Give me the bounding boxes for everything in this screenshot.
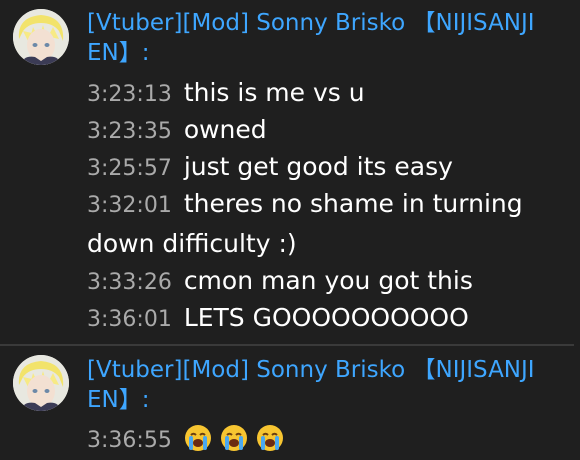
author-avatar[interactable] xyxy=(13,9,69,65)
author-name[interactable]: [Vtuber][Mod] Sonny Brisko 【NIJISANJI EN… xyxy=(87,8,557,68)
chat-log: [Vtuber][Mod] Sonny Brisko 【NIJISANJI EN… xyxy=(0,0,580,460)
message-timestamp: 3:23:35 xyxy=(87,119,172,144)
message-timestamp: 3:36:55 xyxy=(87,428,172,453)
message-group-divider xyxy=(0,344,574,346)
author-name[interactable]: [Vtuber][Mod] Sonny Brisko 【NIJISANJI EN… xyxy=(87,355,557,415)
chat-message: 3:36:55 xyxy=(87,420,557,460)
message-text: cmon man you got this xyxy=(183,266,473,295)
loudly-crying-face-icon xyxy=(256,424,284,452)
message-text: LETS GOOOOOOOOOO xyxy=(183,303,469,332)
message-timestamp: 3:36:01 xyxy=(87,307,172,332)
message-text: just get good its easy xyxy=(183,152,453,181)
message-text: owned xyxy=(183,115,267,144)
message-timestamp: 3:23:13 xyxy=(87,82,172,107)
message-text: this is me vs u xyxy=(183,78,365,107)
chat-message: 3:23:13 this is me vs u xyxy=(87,74,557,114)
chat-message: 3:32:01 theres no shame in turning down d… xyxy=(87,185,557,263)
message-timestamp: 3:33:26 xyxy=(87,270,172,295)
loudly-crying-face-icon xyxy=(184,424,212,452)
message-timestamp: 3:25:57 xyxy=(87,156,172,181)
chat-message: 3:23:35 owned xyxy=(87,111,557,151)
loudly-crying-face-icon xyxy=(220,424,248,452)
chat-message: 3:25:57 just get good its easy xyxy=(87,148,557,188)
author-avatar[interactable] xyxy=(13,355,69,411)
chat-message: 3:36:01 LETS GOOOOOOOOOO xyxy=(87,299,557,339)
message-timestamp: 3:32:01 xyxy=(87,193,172,218)
chat-message: 3:33:26 cmon man you got this xyxy=(87,262,557,302)
